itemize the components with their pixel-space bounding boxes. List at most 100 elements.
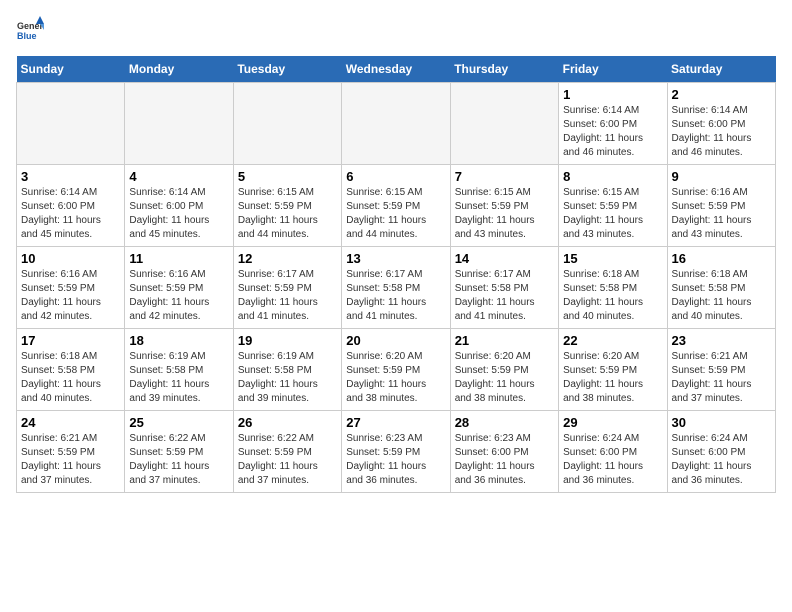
calendar-cell: 20 Sunrise: 6:20 AM Sunset: 5:59 PM Dayli… — [342, 329, 450, 411]
day-info: Sunrise: 6:16 AM Sunset: 5:59 PM Dayligh… — [129, 268, 228, 324]
day-number: 2 — [672, 87, 771, 102]
day-number: 21 — [455, 333, 554, 348]
day-info: Sunrise: 6:18 AM Sunset: 5:58 PM Dayligh… — [672, 268, 771, 324]
calendar-cell: 7 Sunrise: 6:15 AM Sunset: 5:59 PM Daylig… — [450, 165, 558, 247]
calendar-cell: 30 Sunrise: 6:24 AM Sunset: 6:00 PM Dayli… — [667, 411, 775, 493]
day-number: 3 — [21, 169, 120, 184]
calendar-cell: 6 Sunrise: 6:15 AM Sunset: 5:59 PM Daylig… — [342, 165, 450, 247]
page-header: General Blue — [16, 16, 776, 44]
column-header-saturday: Saturday — [667, 56, 775, 83]
day-info: Sunrise: 6:19 AM Sunset: 5:58 PM Dayligh… — [129, 350, 228, 406]
calendar-cell: 26 Sunrise: 6:22 AM Sunset: 5:59 PM Dayli… — [233, 411, 341, 493]
day-number: 14 — [455, 251, 554, 266]
day-info: Sunrise: 6:18 AM Sunset: 5:58 PM Dayligh… — [21, 350, 120, 406]
day-info: Sunrise: 6:17 AM Sunset: 5:58 PM Dayligh… — [455, 268, 554, 324]
day-number: 11 — [129, 251, 228, 266]
calendar-cell: 17 Sunrise: 6:18 AM Sunset: 5:58 PM Dayli… — [17, 329, 125, 411]
calendar-cell: 5 Sunrise: 6:15 AM Sunset: 5:59 PM Daylig… — [233, 165, 341, 247]
day-info: Sunrise: 6:22 AM Sunset: 5:59 PM Dayligh… — [238, 432, 337, 488]
calendar-cell — [450, 83, 558, 165]
day-number: 5 — [238, 169, 337, 184]
day-info: Sunrise: 6:20 AM Sunset: 5:59 PM Dayligh… — [455, 350, 554, 406]
calendar-cell: 4 Sunrise: 6:14 AM Sunset: 6:00 PM Daylig… — [125, 165, 233, 247]
calendar-cell: 13 Sunrise: 6:17 AM Sunset: 5:58 PM Dayli… — [342, 247, 450, 329]
day-number: 27 — [346, 415, 445, 430]
day-info: Sunrise: 6:17 AM Sunset: 5:58 PM Dayligh… — [346, 268, 445, 324]
calendar-cell — [233, 83, 341, 165]
day-info: Sunrise: 6:14 AM Sunset: 6:00 PM Dayligh… — [129, 186, 228, 242]
day-info: Sunrise: 6:20 AM Sunset: 5:59 PM Dayligh… — [346, 350, 445, 406]
day-number: 8 — [563, 169, 662, 184]
calendar-cell: 11 Sunrise: 6:16 AM Sunset: 5:59 PM Dayli… — [125, 247, 233, 329]
day-number: 10 — [21, 251, 120, 266]
calendar-cell — [125, 83, 233, 165]
calendar-table: SundayMondayTuesdayWednesdayThursdayFrid… — [16, 56, 776, 493]
day-info: Sunrise: 6:14 AM Sunset: 6:00 PM Dayligh… — [563, 104, 662, 160]
day-info: Sunrise: 6:20 AM Sunset: 5:59 PM Dayligh… — [563, 350, 662, 406]
calendar-cell: 23 Sunrise: 6:21 AM Sunset: 5:59 PM Dayli… — [667, 329, 775, 411]
calendar-cell: 16Sunrise: 6:18 AM Sunset: 5:58 PM Dayli… — [667, 247, 775, 329]
calendar-cell: 15Sunrise: 6:18 AM Sunset: 5:58 PM Dayli… — [559, 247, 667, 329]
logo-icon: General Blue — [16, 16, 44, 44]
day-number: 25 — [129, 415, 228, 430]
day-number: 24 — [21, 415, 120, 430]
calendar-cell: 9Sunrise: 6:16 AM Sunset: 5:59 PM Daylig… — [667, 165, 775, 247]
calendar-cell: 1Sunrise: 6:14 AM Sunset: 6:00 PM Daylig… — [559, 83, 667, 165]
calendar-cell: 25 Sunrise: 6:22 AM Sunset: 5:59 PM Dayli… — [125, 411, 233, 493]
day-number: 28 — [455, 415, 554, 430]
day-number: 19 — [238, 333, 337, 348]
day-number: 13 — [346, 251, 445, 266]
column-header-wednesday: Wednesday — [342, 56, 450, 83]
svg-text:Blue: Blue — [17, 31, 37, 41]
day-number: 17 — [21, 333, 120, 348]
column-header-thursday: Thursday — [450, 56, 558, 83]
day-info: Sunrise: 6:15 AM Sunset: 5:59 PM Dayligh… — [455, 186, 554, 242]
calendar-cell: 21 Sunrise: 6:20 AM Sunset: 5:59 PM Dayli… — [450, 329, 558, 411]
calendar-cell: 28 Sunrise: 6:23 AM Sunset: 6:00 PM Dayli… — [450, 411, 558, 493]
day-info: Sunrise: 6:14 AM Sunset: 6:00 PM Dayligh… — [21, 186, 120, 242]
day-info: Sunrise: 6:23 AM Sunset: 6:00 PM Dayligh… — [455, 432, 554, 488]
day-info: Sunrise: 6:15 AM Sunset: 5:59 PM Dayligh… — [346, 186, 445, 242]
day-info: Sunrise: 6:24 AM Sunset: 6:00 PM Dayligh… — [563, 432, 662, 488]
calendar-cell: 2 Sunrise: 6:14 AM Sunset: 6:00 PM Daylig… — [667, 83, 775, 165]
calendar-week-1: 1Sunrise: 6:14 AM Sunset: 6:00 PM Daylig… — [17, 83, 776, 165]
day-number: 12 — [238, 251, 337, 266]
day-info: Sunrise: 6:14 AM Sunset: 6:00 PM Dayligh… — [672, 104, 771, 160]
calendar-cell: 22Sunrise: 6:20 AM Sunset: 5:59 PM Dayli… — [559, 329, 667, 411]
day-number: 6 — [346, 169, 445, 184]
day-info: Sunrise: 6:21 AM Sunset: 5:59 PM Dayligh… — [672, 350, 771, 406]
calendar-cell: 8Sunrise: 6:15 AM Sunset: 5:59 PM Daylig… — [559, 165, 667, 247]
day-info: Sunrise: 6:22 AM Sunset: 5:59 PM Dayligh… — [129, 432, 228, 488]
calendar-cell: 29Sunrise: 6:24 AM Sunset: 6:00 PM Dayli… — [559, 411, 667, 493]
day-number: 26 — [238, 415, 337, 430]
day-number: 4 — [129, 169, 228, 184]
column-header-tuesday: Tuesday — [233, 56, 341, 83]
day-info: Sunrise: 6:19 AM Sunset: 5:58 PM Dayligh… — [238, 350, 337, 406]
logo: General Blue — [16, 16, 48, 44]
column-header-friday: Friday — [559, 56, 667, 83]
day-info: Sunrise: 6:23 AM Sunset: 5:59 PM Dayligh… — [346, 432, 445, 488]
day-number: 20 — [346, 333, 445, 348]
calendar-cell — [17, 83, 125, 165]
day-info: Sunrise: 6:24 AM Sunset: 6:00 PM Dayligh… — [672, 432, 771, 488]
day-info: Sunrise: 6:17 AM Sunset: 5:59 PM Dayligh… — [238, 268, 337, 324]
day-info: Sunrise: 6:15 AM Sunset: 5:59 PM Dayligh… — [238, 186, 337, 242]
calendar-cell: 27 Sunrise: 6:23 AM Sunset: 5:59 PM Dayli… — [342, 411, 450, 493]
day-info: Sunrise: 6:21 AM Sunset: 5:59 PM Dayligh… — [21, 432, 120, 488]
day-number: 18 — [129, 333, 228, 348]
calendar-cell: 19 Sunrise: 6:19 AM Sunset: 5:58 PM Dayli… — [233, 329, 341, 411]
calendar-week-2: 3 Sunrise: 6:14 AM Sunset: 6:00 PM Daylig… — [17, 165, 776, 247]
day-number: 23 — [672, 333, 771, 348]
day-info: Sunrise: 6:18 AM Sunset: 5:58 PM Dayligh… — [563, 268, 662, 324]
column-header-sunday: Sunday — [17, 56, 125, 83]
day-number: 30 — [672, 415, 771, 430]
calendar-cell: 14 Sunrise: 6:17 AM Sunset: 5:58 PM Dayli… — [450, 247, 558, 329]
calendar-header-row: SundayMondayTuesdayWednesdayThursdayFrid… — [17, 56, 776, 83]
calendar-cell — [342, 83, 450, 165]
day-info: Sunrise: 6:16 AM Sunset: 5:59 PM Dayligh… — [21, 268, 120, 324]
day-number: 7 — [455, 169, 554, 184]
calendar-cell: 3 Sunrise: 6:14 AM Sunset: 6:00 PM Daylig… — [17, 165, 125, 247]
calendar-week-5: 24 Sunrise: 6:21 AM Sunset: 5:59 PM Dayli… — [17, 411, 776, 493]
day-info: Sunrise: 6:16 AM Sunset: 5:59 PM Dayligh… — [672, 186, 771, 242]
calendar-week-4: 17 Sunrise: 6:18 AM Sunset: 5:58 PM Dayli… — [17, 329, 776, 411]
